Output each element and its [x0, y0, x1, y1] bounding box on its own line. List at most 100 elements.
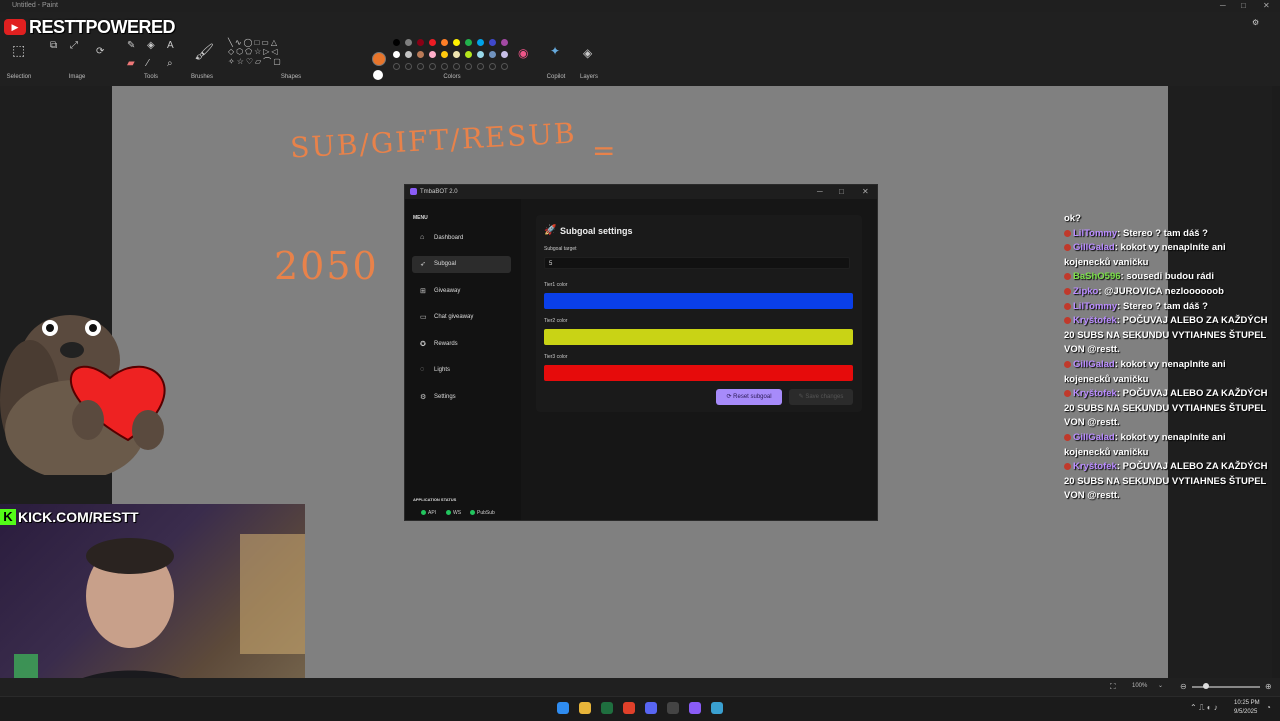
- chat-username: LilTommy: [1073, 227, 1118, 239]
- obs-icon[interactable]: [667, 702, 679, 714]
- nav-settings[interactable]: ⚙ Settings: [412, 389, 511, 406]
- handwritten-equals: =: [592, 134, 618, 167]
- paint-taskbar-icon[interactable]: [711, 702, 723, 714]
- palette-swatch[interactable]: [417, 51, 424, 58]
- palette-empty-swatch[interactable]: [453, 63, 460, 70]
- fit-icon[interactable]: ⛶: [1110, 682, 1116, 692]
- resize-icon[interactable]: ⤢: [70, 40, 78, 51]
- color-picker-icon[interactable]: ⁄: [147, 58, 149, 69]
- palette-swatch[interactable]: [393, 51, 400, 58]
- palette-empty-swatch[interactable]: [489, 63, 496, 70]
- chat-badge-icon: [1064, 287, 1071, 295]
- save-changes-button[interactable]: ✎ Save changes: [789, 389, 853, 405]
- settings-icon[interactable]: ⚙: [1252, 18, 1259, 27]
- zoom-out-icon[interactable]: ⊖: [1180, 682, 1187, 691]
- subgoal-target-input[interactable]: 5: [544, 257, 850, 269]
- palette-empty-swatch[interactable]: [405, 63, 412, 70]
- secondary-color-swatch[interactable]: [373, 70, 383, 80]
- start-icon[interactable]: [557, 702, 569, 714]
- zoom-dropdown-icon[interactable]: ⌄: [1158, 682, 1163, 689]
- brush-icon[interactable]: 🖌: [194, 42, 214, 62]
- palette-swatch[interactable]: [453, 39, 460, 46]
- text-icon[interactable]: A: [167, 40, 174, 51]
- clock-time[interactable]: 10:25 PM: [1234, 700, 1260, 706]
- palette-swatch[interactable]: [477, 39, 484, 46]
- zoom-slider-thumb[interactable]: [1203, 683, 1209, 689]
- rotate-icon[interactable]: ⟳: [96, 46, 104, 57]
- palette-swatch[interactable]: [405, 51, 412, 58]
- chat-message: LilTommy: Stereo ? tam dáš ?: [1064, 227, 1274, 242]
- reset-subgoal-button[interactable]: ⟳ Reset subgoal: [716, 389, 782, 405]
- close-button[interactable]: ✕: [1263, 1, 1270, 10]
- eraser-icon[interactable]: ▰: [127, 58, 135, 69]
- file-explorer-icon[interactable]: [579, 702, 591, 714]
- palette-swatch[interactable]: [501, 39, 508, 46]
- shapes-gallery-icon[interactable]: ╲∿◯□▭△ ◇⬡⬠☆▷◁ ✧☆♡▱⌒▢: [228, 38, 283, 67]
- palette-empty-swatch[interactable]: [441, 63, 448, 70]
- palette-swatch[interactable]: [489, 39, 496, 46]
- tray-icons[interactable]: ⌃ ⎍ ◐ ♪: [1190, 703, 1218, 713]
- nav-giveaway[interactable]: ⊞ Giveaway: [412, 283, 511, 300]
- group-label-brushes: Brushes: [190, 74, 213, 80]
- bot-minimize-button[interactable]: ─: [817, 187, 823, 196]
- bot-maximize-button[interactable]: □: [839, 187, 844, 196]
- palette-empty-swatch[interactable]: [501, 63, 508, 70]
- maximize-button[interactable]: □: [1241, 1, 1246, 10]
- palette-empty-swatch[interactable]: [393, 63, 400, 70]
- palette-empty-swatch[interactable]: [465, 63, 472, 70]
- chat-message: ok?: [1064, 212, 1274, 227]
- copilot-icon[interactable]: ✦: [550, 44, 560, 58]
- crop-icon[interactable]: ⧉: [50, 40, 57, 51]
- notification-icon[interactable]: ◔: [1266, 703, 1271, 712]
- reward-icon: ✪: [420, 341, 426, 348]
- nav-lights[interactable]: ◌ Lights: [412, 362, 511, 379]
- zoom-in-icon[interactable]: ⊕: [1265, 682, 1272, 691]
- pencil-icon[interactable]: ✎: [127, 40, 135, 51]
- palette-swatch[interactable]: [453, 51, 460, 58]
- palette-swatch[interactable]: [429, 39, 436, 46]
- palette-swatch[interactable]: [429, 51, 436, 58]
- chat-username: GillGalad: [1073, 358, 1115, 370]
- tier1-color-picker[interactable]: [544, 293, 853, 309]
- tier2-color-picker[interactable]: [544, 329, 853, 345]
- layers-icon[interactable]: ◈: [583, 46, 592, 60]
- fill-icon[interactable]: ◈: [147, 40, 155, 51]
- chat-message: GillGalad: kokot vy nenaplníte ani kojen…: [1064, 358, 1226, 385]
- palette-swatch[interactable]: [465, 39, 472, 46]
- bot-close-button[interactable]: ✕: [862, 187, 869, 196]
- palette-swatch[interactable]: [393, 39, 400, 46]
- minimize-button[interactable]: ─: [1220, 1, 1226, 10]
- palette-swatch[interactable]: [489, 51, 496, 58]
- nav-chat-giveaway[interactable]: ▭ Chat giveaway: [412, 309, 511, 326]
- palette-empty-swatch[interactable]: [477, 63, 484, 70]
- chat-username: Zipko: [1073, 285, 1099, 297]
- palette-swatch[interactable]: [441, 51, 448, 58]
- browser-icon[interactable]: [623, 702, 635, 714]
- palette-swatch[interactable]: [417, 39, 424, 46]
- chat-badge-icon: [1064, 433, 1071, 441]
- bulb-icon: ◌: [420, 366, 425, 373]
- primary-color-swatch[interactable]: [372, 52, 386, 66]
- palette-swatch[interactable]: [441, 39, 448, 46]
- status-ws: WS: [446, 510, 461, 516]
- clock-date[interactable]: 9/5/2025: [1234, 709, 1257, 715]
- selection-icon[interactable]: ⬚: [12, 42, 25, 59]
- status-bar: ⛶ 100% ⌄ ⊖ ⊕: [0, 678, 1280, 696]
- palette-empty-swatch[interactable]: [417, 63, 424, 70]
- palette-swatch[interactable]: [477, 51, 484, 58]
- discord-icon[interactable]: [645, 702, 657, 714]
- youtube-channel-name: RESTTPOWERED: [29, 16, 176, 37]
- edit-colors-icon[interactable]: ◉: [518, 46, 528, 60]
- nav-dashboard[interactable]: ⌂ Dashboard: [412, 230, 511, 247]
- tmbabot-taskbar-icon[interactable]: [689, 702, 701, 714]
- zoom-level[interactable]: 100%: [1132, 683, 1147, 689]
- nav-rewards[interactable]: ✪ Rewards: [412, 336, 511, 353]
- palette-swatch[interactable]: [501, 51, 508, 58]
- magnifier-icon[interactable]: ⌕: [167, 58, 173, 69]
- nav-subgoal[interactable]: ➶ Subgoal: [412, 256, 511, 273]
- palette-swatch[interactable]: [465, 51, 472, 58]
- palette-swatch[interactable]: [405, 39, 412, 46]
- tier3-color-picker[interactable]: [544, 365, 853, 381]
- terminal-icon[interactable]: [601, 702, 613, 714]
- palette-empty-swatch[interactable]: [429, 63, 436, 70]
